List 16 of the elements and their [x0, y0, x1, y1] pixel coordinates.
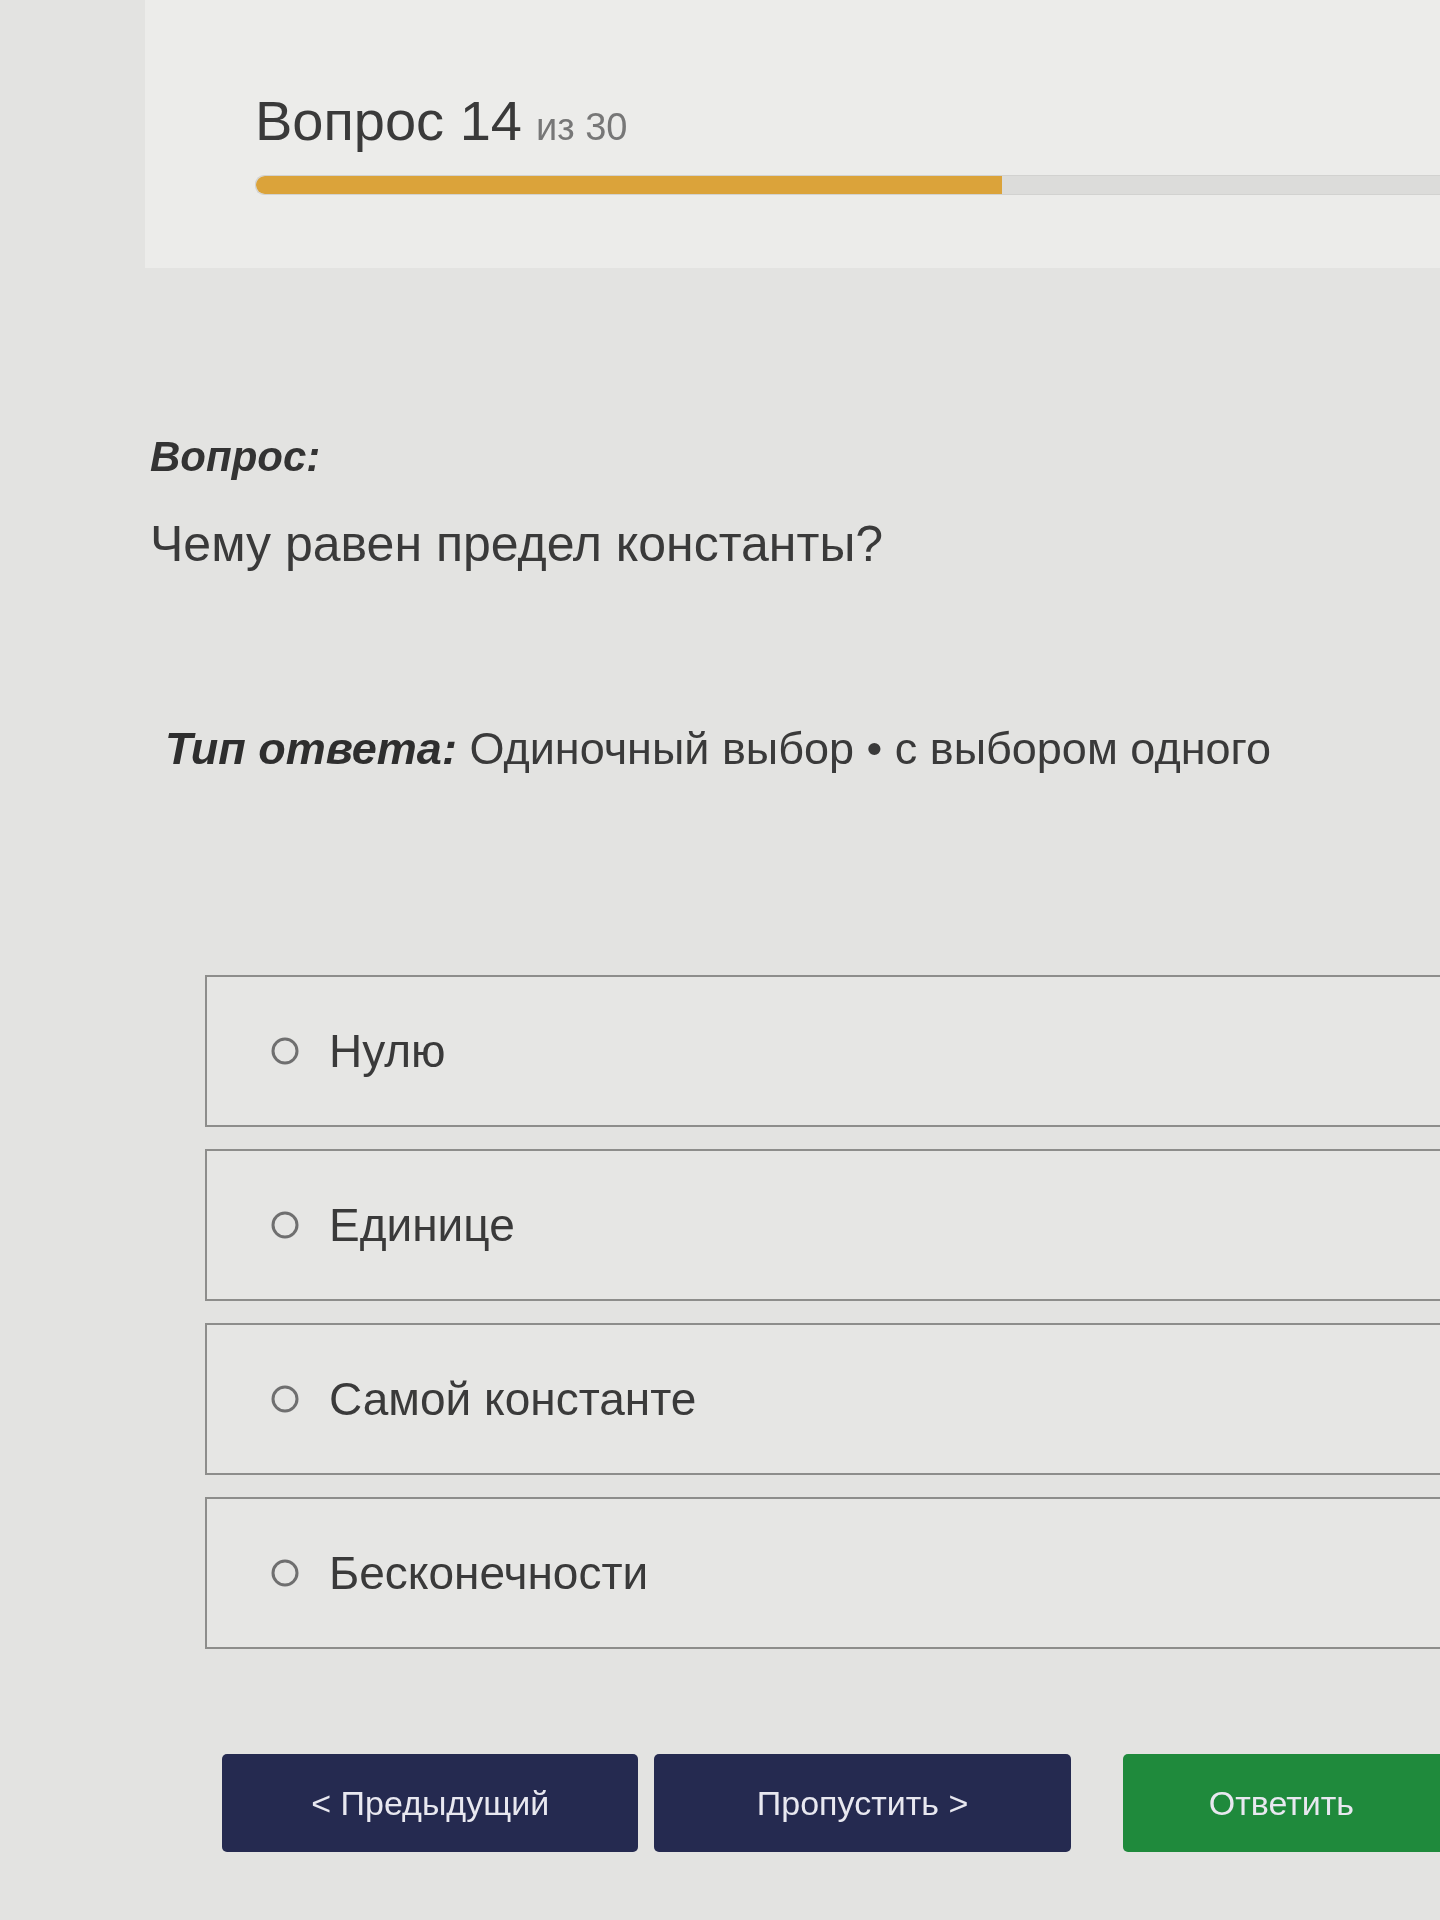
nav-button[interactable]: < Предыдущий	[222, 1754, 639, 1852]
answer-option[interactable]: Единице	[205, 1149, 1440, 1301]
question-text: Чему равен предел константы?	[150, 515, 885, 573]
radio-icon	[271, 1037, 299, 1065]
answer-option[interactable]: Нулю	[205, 975, 1440, 1127]
radio-icon	[271, 1385, 299, 1413]
answer-option[interactable]: Самой константе	[205, 1323, 1440, 1475]
question-label: Вопрос:	[150, 433, 322, 481]
answer-type-text: Тип ответа: Одиночный выбор • с выбором одного	[164, 723, 1272, 775]
radio-icon	[271, 1559, 299, 1587]
radio-icon	[271, 1211, 299, 1239]
question-number: Вопрос 14	[255, 88, 522, 153]
answer-button[interactable]: Ответить	[1122, 1754, 1440, 1852]
answer-option[interactable]: Бесконечности	[205, 1497, 1440, 1649]
nav-button[interactable]: Пропустить >	[654, 1754, 1071, 1852]
question-counter: из 30	[535, 106, 628, 149]
